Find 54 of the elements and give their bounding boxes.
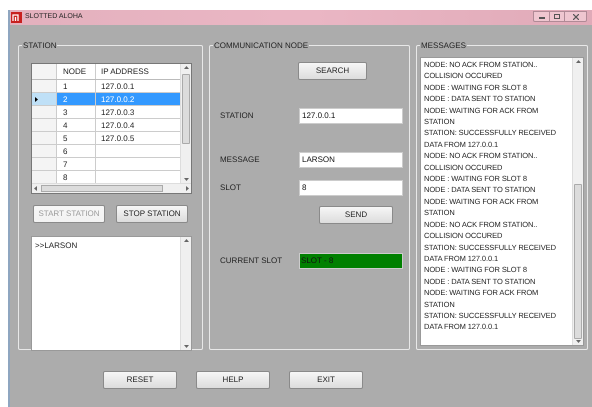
log-box[interactable]: >>LARSON bbox=[31, 236, 192, 351]
table-cell: 1 bbox=[57, 80, 96, 92]
scrollbar[interactable] bbox=[180, 237, 191, 350]
right-arrow-icon bbox=[186, 186, 189, 191]
text-field[interactable]: 127.0.0.1 bbox=[299, 108, 403, 124]
corner-header[interactable] bbox=[32, 64, 57, 79]
table-cell: 3 bbox=[57, 106, 96, 118]
table-row[interactable]: 5 127.0.0.5 bbox=[32, 132, 180, 145]
field-label: MESSAGE bbox=[220, 154, 261, 166]
column-header[interactable]: IP ADDRESS bbox=[96, 64, 180, 79]
scrollbar[interactable] bbox=[572, 58, 583, 345]
horizontal-scrollbar[interactable] bbox=[32, 183, 191, 193]
down-arrow-icon bbox=[576, 340, 580, 343]
log-text: >>LARSON bbox=[34, 240, 78, 252]
row-pointer-icon bbox=[35, 96, 38, 102]
field-label: SLOT bbox=[220, 182, 242, 194]
up-arrow-icon bbox=[184, 66, 188, 69]
reset-button[interactable]: RESET bbox=[103, 371, 177, 389]
table-row[interactable]: 6 bbox=[32, 145, 180, 158]
group-title: STATION bbox=[22, 40, 58, 51]
table-row[interactable]: 4 127.0.0.4 bbox=[32, 119, 180, 132]
slot-indicator: SLOT - 8 bbox=[299, 253, 403, 269]
field-label: CURRENT SLOT bbox=[220, 255, 284, 267]
send-button[interactable]: SEND bbox=[319, 206, 393, 224]
exit-button[interactable]: EXIT bbox=[289, 371, 363, 389]
table-row[interactable]: 3 127.0.0.3 bbox=[32, 106, 180, 119]
table-cell-text: 127.0.0.5 bbox=[100, 133, 136, 144]
column-header[interactable]: NODE bbox=[57, 64, 96, 79]
up-arrow-icon bbox=[576, 60, 580, 63]
table-row[interactable]: 7 bbox=[32, 158, 180, 171]
table-cell: 4 bbox=[57, 119, 96, 131]
stop-button[interactable]: STOP STATION bbox=[116, 205, 188, 223]
group-title: MESSAGES bbox=[420, 40, 467, 51]
down-arrow-icon bbox=[184, 178, 188, 181]
field-label: STATION bbox=[220, 110, 254, 122]
row-header[interactable] bbox=[32, 93, 57, 105]
text-field[interactable]: 8 bbox=[299, 180, 403, 196]
scrollbar[interactable] bbox=[180, 64, 191, 183]
table-cell: 6 bbox=[57, 145, 96, 157]
down-arrow-icon bbox=[184, 345, 188, 348]
table-cell: 2 bbox=[57, 93, 96, 105]
help-button[interactable]: HELP bbox=[196, 371, 270, 389]
text-field[interactable]: LARSON bbox=[299, 152, 403, 168]
table-cell-text: 127.0.0.1 bbox=[100, 81, 136, 92]
table-cell: 5 bbox=[57, 132, 96, 144]
search-button[interactable]: SEARCH bbox=[298, 62, 367, 80]
left-arrow-icon bbox=[34, 186, 37, 191]
table-cell-text: 127.0.0.2 bbox=[100, 94, 136, 105]
app-icon bbox=[11, 12, 22, 23]
table-cell: 7 bbox=[57, 158, 96, 170]
up-arrow-icon bbox=[184, 239, 188, 242]
table-cell-text: 127.0.0.3 bbox=[100, 107, 136, 118]
group-title: COMMUNICATION NODE bbox=[213, 40, 310, 51]
table-cell-text: 127.0.0.4 bbox=[100, 120, 136, 131]
